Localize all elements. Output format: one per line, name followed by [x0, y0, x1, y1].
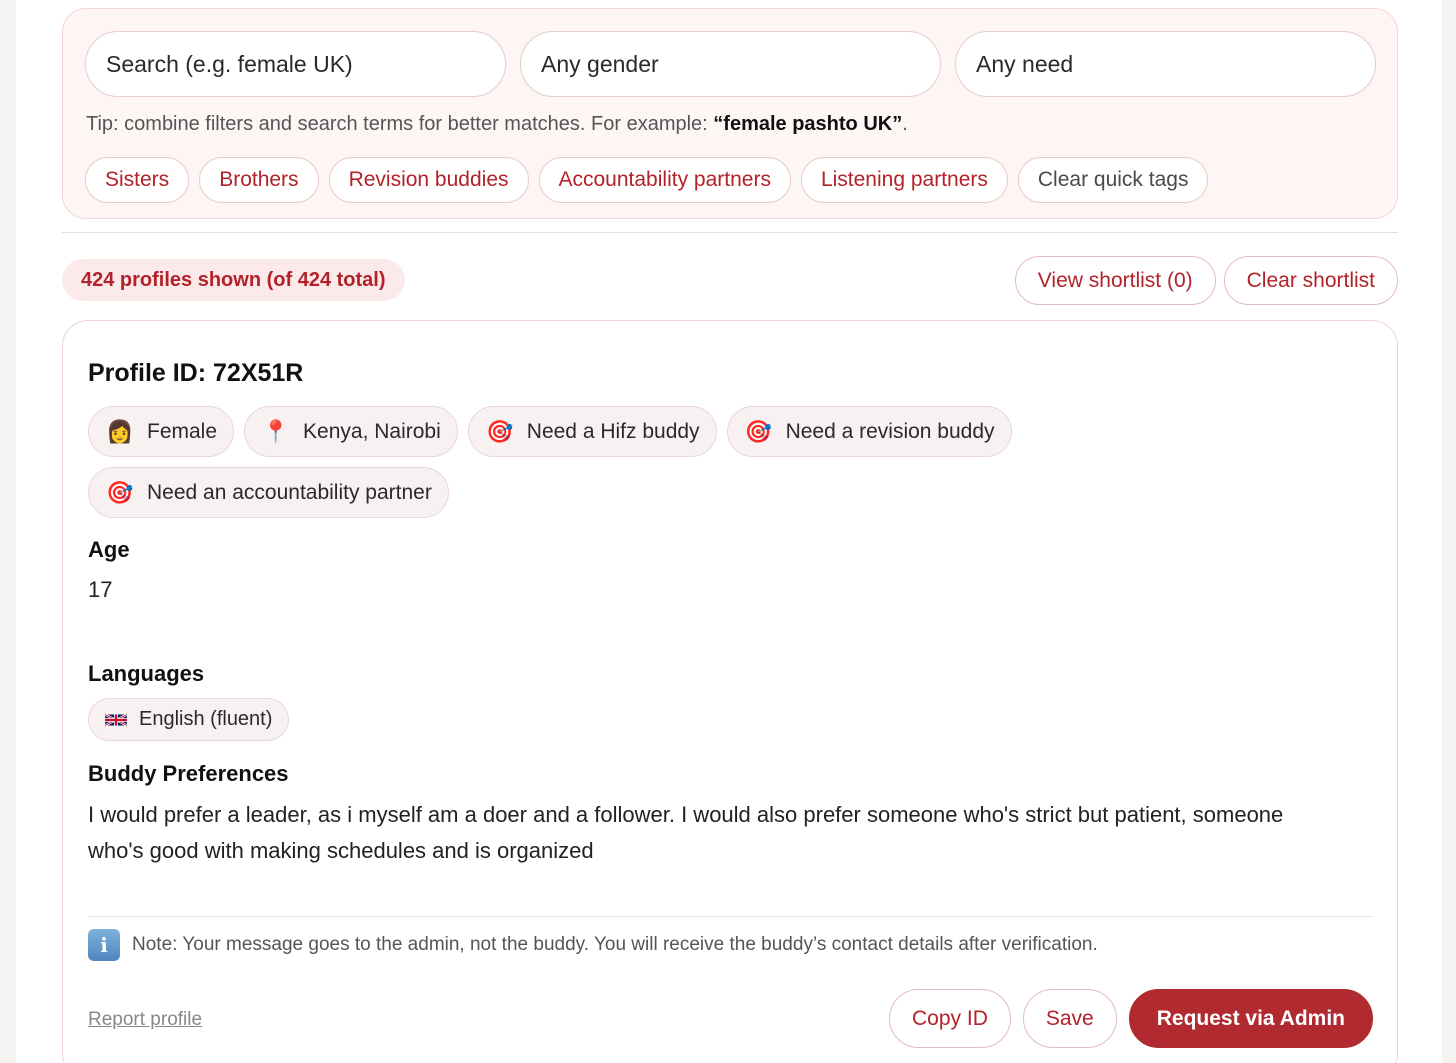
age-value: 17: [88, 577, 113, 602]
quick-tag-accountability-partners[interactable]: Accountability partners: [538, 157, 791, 203]
search-input[interactable]: Search (e.g. female UK): [85, 31, 506, 97]
clear-quick-tags-button[interactable]: Clear quick tags: [1017, 157, 1209, 203]
location-pin-icon: 📍: [262, 418, 290, 444]
chip-need-revision: 🎯 Need a revision buddy: [726, 406, 1012, 457]
target-icon: 🎯: [486, 418, 514, 444]
need-select[interactable]: Any need: [955, 31, 1376, 97]
chip-label: Kenya, Nairobi: [303, 419, 441, 443]
view-shortlist-button[interactable]: View shortlist (0): [1014, 256, 1216, 305]
report-profile-link[interactable]: Report profile: [88, 1009, 202, 1031]
request-via-admin-button[interactable]: Request via Admin: [1128, 989, 1373, 1048]
profile-card: Profile ID: 72X51R 👩 Female 📍 Kenya, Nai…: [62, 320, 1398, 1063]
filter-tip: Tip: combine filters and search terms fo…: [86, 113, 908, 136]
quick-tag-revision-buddies[interactable]: Revision buddies: [328, 157, 529, 203]
profile-id: Profile ID: 72X51R: [88, 359, 304, 387]
filter-inputs: Search (e.g. female UK) Any gender Any n…: [85, 31, 1376, 97]
gender-select[interactable]: Any gender: [520, 31, 941, 97]
section-divider: [62, 232, 1398, 233]
target-icon: 🎯: [106, 479, 134, 505]
chip-label: Female: [147, 419, 218, 443]
target-icon: 🎯: [744, 418, 773, 444]
chip-label: Need a revision buddy: [785, 419, 995, 443]
filter-panel: Search (e.g. female UK) Any gender Any n…: [62, 8, 1398, 219]
language-label: English (fluent): [139, 708, 273, 730]
page: Search (e.g. female UK) Any gender Any n…: [16, 0, 1442, 1063]
shortlist-actions: View shortlist (0) Clear shortlist: [1014, 256, 1398, 305]
tip-suffix: .: [902, 113, 908, 135]
quick-tag-brothers[interactable]: Brothers: [199, 157, 319, 203]
chip-need-accountability: 🎯 Need an accountability partner: [88, 467, 449, 518]
profile-count-badge: 424 profiles shown (of 424 total): [62, 259, 405, 301]
buddy-preferences-text: I would prefer a leader, as i myself am …: [88, 802, 1284, 863]
save-button[interactable]: Save: [1022, 989, 1117, 1048]
tip-example: “female pashto UK”: [713, 113, 903, 135]
admin-note: i Note: Your message goes to the admin, …: [88, 929, 1098, 961]
chip-location: 📍 Kenya, Nairobi: [244, 406, 458, 457]
copy-id-button[interactable]: Copy ID: [889, 989, 1011, 1048]
languages-label: Languages: [88, 661, 205, 686]
card-divider: [88, 916, 1372, 917]
chip-label: Need a Hifz buddy: [526, 419, 700, 443]
language-chip: English (fluent): [88, 698, 290, 741]
info-icon: i: [88, 929, 120, 961]
chip-label: Need an accountability partner: [147, 480, 432, 504]
buddy-preferences-label: Buddy Preferences: [88, 761, 289, 786]
chip-need-hifz: 🎯 Need a Hifz buddy: [467, 406, 717, 457]
quick-tag-listening-partners[interactable]: Listening partners: [800, 157, 1008, 203]
quick-tag-sisters[interactable]: Sisters: [85, 157, 190, 203]
chip-gender: 👩 Female: [88, 406, 235, 457]
tip-text: Tip: combine filters and search terms fo…: [86, 113, 714, 135]
woman-icon: 👩: [106, 418, 134, 444]
note-text: Note: Your message goes to the admin, no…: [132, 934, 1098, 955]
profile-chips: 👩 Female 📍 Kenya, Nairobi 🎯 Need a Hifz …: [88, 406, 1048, 518]
clear-shortlist-button[interactable]: Clear shortlist: [1223, 256, 1398, 305]
age-label: Age: [88, 537, 130, 562]
uk-flag-icon: [105, 713, 127, 726]
quick-tags: Sisters Brothers Revision buddies Accoun…: [85, 157, 1209, 203]
card-actions: Copy ID Save Request via Admin: [889, 989, 1373, 1048]
